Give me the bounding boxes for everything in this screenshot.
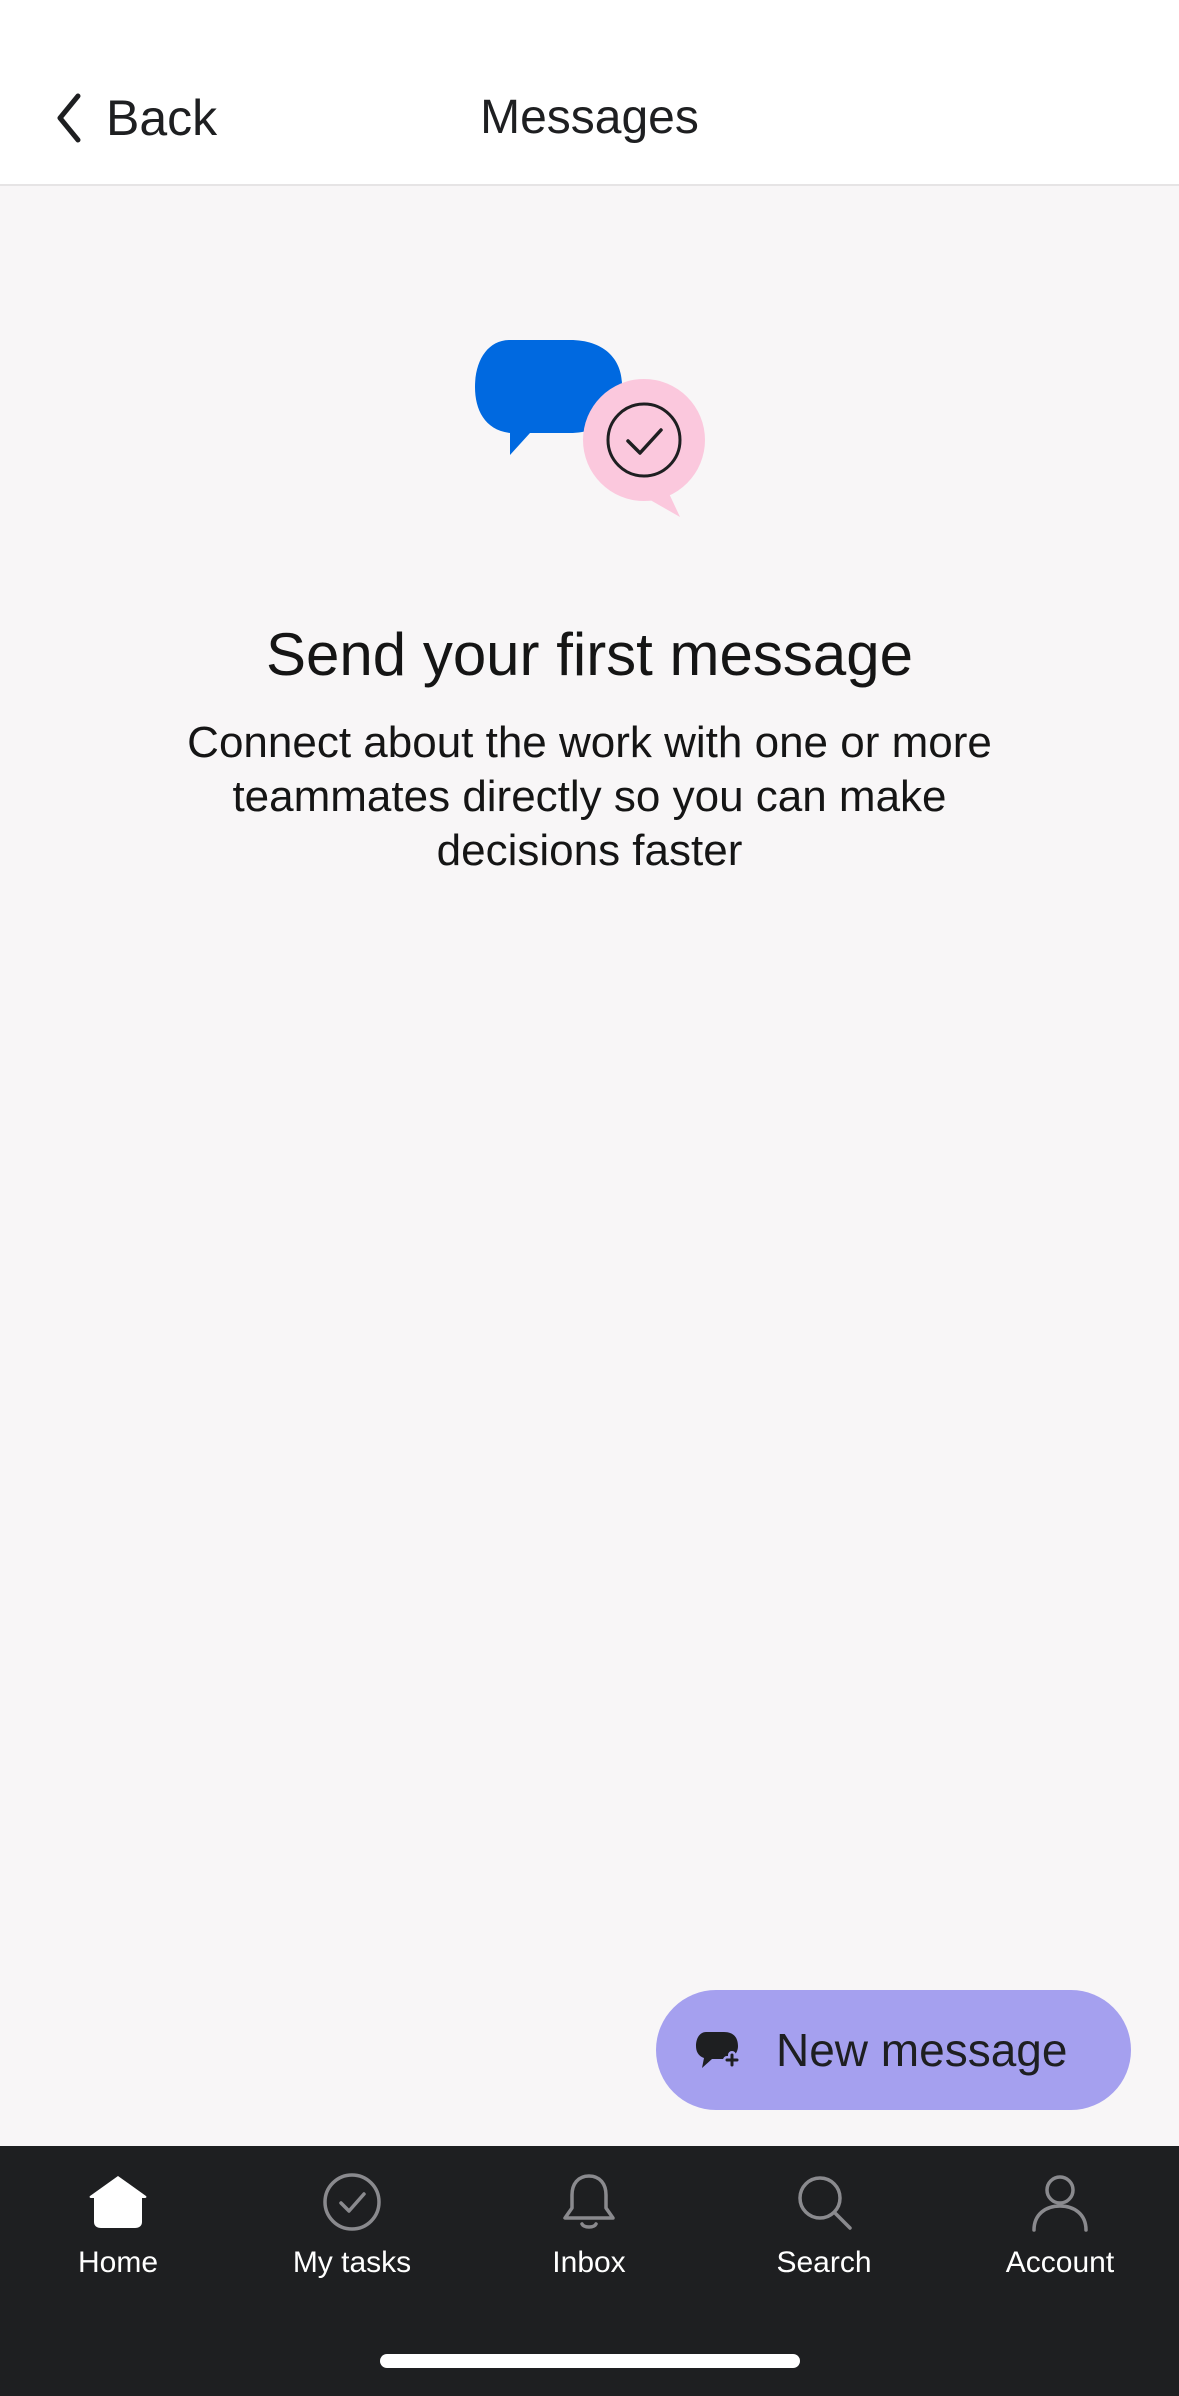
page-title: Messages: [480, 91, 699, 144]
new-message-icon: [696, 2032, 741, 2069]
home-icon: [89, 2176, 147, 2228]
new-message-label: New message: [776, 2024, 1068, 2076]
person-icon: [1032, 2175, 1088, 2232]
tab-my-tasks[interactable]: My tasks: [252, 2170, 452, 2290]
tab-search[interactable]: Search: [724, 2170, 924, 2290]
tab-home-label: Home: [77, 2246, 159, 2279]
empty-state-heading: Send your first message: [266, 621, 913, 688]
header: Back Messages: [0, 0, 1179, 186]
tab-inbox[interactable]: Inbox: [489, 2170, 689, 2290]
check-circle-icon: [323, 2173, 381, 2231]
tab-search-label: Search: [776, 2246, 872, 2279]
tab-account-label: Account: [1005, 2246, 1115, 2279]
tab-inbox-label: Inbox: [552, 2246, 626, 2279]
new-message-button[interactable]: New message: [656, 1990, 1131, 2110]
tab-my-tasks-label: My tasks: [292, 2246, 412, 2279]
search-icon: [798, 2176, 852, 2230]
messages-illustration: [475, 340, 705, 517]
tab-account[interactable]: Account: [960, 2170, 1160, 2290]
home-indicator: [380, 2354, 800, 2368]
tab-home[interactable]: Home: [18, 2170, 218, 2290]
empty-state-description: Connect about the work with one or more …: [187, 718, 992, 875]
bell-icon: [563, 2174, 615, 2229]
